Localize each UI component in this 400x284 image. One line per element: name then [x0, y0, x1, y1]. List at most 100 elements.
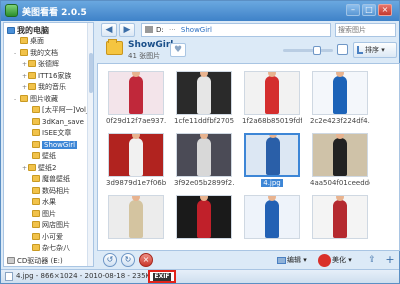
tree-item[interactable]: 魔兽壁纸 — [26, 174, 70, 185]
thumbnail-caption: 3d9879d1e7f06b... — [106, 179, 166, 187]
app-logo-icon — [5, 4, 18, 17]
tree-item[interactable]: 网店图片 — [26, 220, 70, 231]
folder-icon — [32, 140, 40, 148]
exif-button[interactable]: EXIF — [148, 270, 176, 283]
folder-icon — [28, 163, 36, 171]
tree-item-cd-drive[interactable]: CD驱动器 (E:) — [7, 256, 63, 266]
thumbnail-image[interactable] — [176, 133, 232, 177]
tree-scrollbar[interactable] — [87, 23, 93, 266]
address-current-folder[interactable]: ShowGirl — [181, 26, 212, 34]
tree-root-my-computer[interactable]: 我的电脑 — [7, 25, 49, 36]
thumbnail-caption: 1f2a68b85019fdf... — [242, 117, 302, 125]
thumbnail-image[interactable] — [312, 133, 368, 177]
thumbnail-item[interactable]: 3f92e05b2899f2... — [174, 130, 234, 189]
scrollbar-thumb[interactable] — [89, 53, 93, 93]
thumbnail-item[interactable]: 1cfe11ddfbf2705... — [174, 68, 234, 127]
tree-item[interactable]: 桌面 — [14, 36, 44, 47]
cd-drive-icon — [7, 257, 15, 264]
large-thumbnail-icon[interactable] — [337, 44, 348, 55]
tree-item[interactable]: - 图片收藏 — [14, 94, 58, 105]
thumbnail-image[interactable] — [108, 195, 164, 239]
minimize-button[interactable]: – — [346, 4, 360, 16]
tree-item[interactable]: + 我的音乐 — [22, 82, 66, 93]
tree-item[interactable]: 3dKan_save — [26, 117, 84, 128]
thumbnail-filename: 2c2e423f224df4... — [310, 117, 370, 125]
photo-subject — [265, 72, 279, 114]
tree-item[interactable]: + 张德辉 — [22, 59, 59, 70]
thumbnail-image[interactable] — [176, 195, 232, 239]
thumbnail-caption: 4.jpg — [242, 179, 302, 187]
thumbnail-image[interactable] — [244, 195, 300, 239]
sort-icon — [357, 46, 363, 54]
tree-item[interactable]: 数码相片 — [26, 186, 70, 197]
close-button[interactable]: × — [378, 4, 392, 16]
tree-item[interactable]: - 我的文档 — [14, 48, 58, 59]
thumbnail-size-slider[interactable] — [283, 46, 333, 55]
thumbnail-item[interactable]: 3d9879d1e7f06b... — [106, 130, 166, 189]
photo-subject — [129, 196, 143, 238]
rotate-left-button[interactable]: ↺ — [103, 253, 117, 267]
thumbnail-item[interactable] — [174, 192, 234, 250]
tree-item[interactable]: 小可爱 — [26, 232, 63, 243]
tree-item[interactable]: 杂七杂八 — [26, 243, 70, 254]
thumbnail-image[interactable] — [244, 133, 300, 177]
status-bar: 4.jpg - 866×1024 - 2010-08-18 - 235KB EX… — [1, 269, 399, 283]
photo-subject — [197, 196, 211, 238]
folder-icon — [28, 83, 36, 90]
rotate-right-button[interactable]: ↻ — [121, 253, 135, 267]
favorite-button[interactable]: ♥ — [170, 43, 186, 57]
tree-item-label: 杂七杂八 — [42, 244, 70, 252]
folder-icon — [32, 152, 40, 159]
folder-icon — [28, 60, 36, 67]
back-button[interactable]: ◀ — [101, 23, 117, 37]
folder-icon — [32, 209, 40, 217]
photo-subject — [197, 72, 211, 114]
tree-item[interactable]: + ITT16家族 — [22, 71, 71, 82]
thumbnail-item[interactable] — [106, 192, 166, 250]
tree-item[interactable]: 水果 — [26, 197, 56, 208]
search-input[interactable] — [335, 23, 396, 37]
folder-icon — [28, 71, 36, 79]
thumbnail-item[interactable]: 0f29d12f7ae937... — [106, 68, 166, 127]
slider-handle[interactable] — [313, 46, 321, 55]
thumbnail-image[interactable] — [108, 133, 164, 177]
forward-button[interactable]: ▶ — [119, 23, 135, 37]
tree-item[interactable]: ISEE文章 — [26, 128, 71, 139]
thumbnail-item[interactable]: 2c2e423f224df4... — [310, 68, 370, 127]
thumbnail-item[interactable]: 4aa504f01ceeddc... — [310, 130, 370, 189]
thumbnail-filename: 4aa504f01ceeddc... — [310, 179, 370, 187]
thumbnail-item[interactable]: 1f2a68b85019fdf... — [242, 68, 302, 127]
beautify-button[interactable]: 美化 ▾ — [317, 253, 361, 268]
tree-item-label: 图片 — [42, 209, 56, 218]
thumbnail-image[interactable] — [312, 195, 368, 239]
tree-item-label: 3dKan_save — [42, 117, 84, 126]
thumbnail-item[interactable] — [242, 192, 302, 250]
thumbnail-item[interactable]: 4.jpg — [242, 130, 302, 189]
sort-button[interactable]: 排序 ▾ — [353, 42, 397, 58]
folder-icon — [32, 175, 40, 182]
address-bar[interactable]: D: ··· ShowGirl — [141, 23, 331, 37]
share-button[interactable]: ⇪ — [363, 253, 381, 268]
tree-item-label: 网店图片 — [42, 221, 70, 229]
thumbnail-item[interactable] — [310, 192, 370, 250]
thumbnail-image[interactable] — [312, 71, 368, 115]
thumbnail-image[interactable] — [108, 71, 164, 115]
delete-button[interactable]: × — [139, 253, 153, 267]
title-bar[interactable]: 美图看看 2.0.5 – □ × — [1, 1, 399, 21]
tree-item[interactable]: + 壁纸2 — [22, 163, 56, 174]
tree-item[interactable]: 图片 — [26, 209, 56, 220]
folder-name: ShowGirl — [128, 40, 174, 50]
thumbnail-image[interactable] — [244, 71, 300, 115]
tree-item-label: 我的文档 — [30, 48, 58, 57]
thumbnail-image[interactable] — [176, 71, 232, 115]
edit-button[interactable]: 编辑 ▾ — [275, 253, 313, 268]
thumbnail-filename: 1f2a68b85019fdf... — [242, 117, 302, 125]
tree-item[interactable]: [太平阿一]Vol_01 — [26, 105, 93, 116]
photo-subject — [333, 134, 347, 176]
add-button[interactable]: + — [383, 253, 397, 268]
tree-item[interactable]: ShowGirl — [26, 140, 78, 151]
maximize-button[interactable]: □ — [362, 4, 376, 16]
tree-item[interactable]: 壁纸 — [26, 151, 56, 162]
thumbnail-filename: 3f92e05b2899f2... — [174, 179, 234, 187]
thumbnail-caption: 3f92e05b2899f2... — [174, 179, 234, 187]
